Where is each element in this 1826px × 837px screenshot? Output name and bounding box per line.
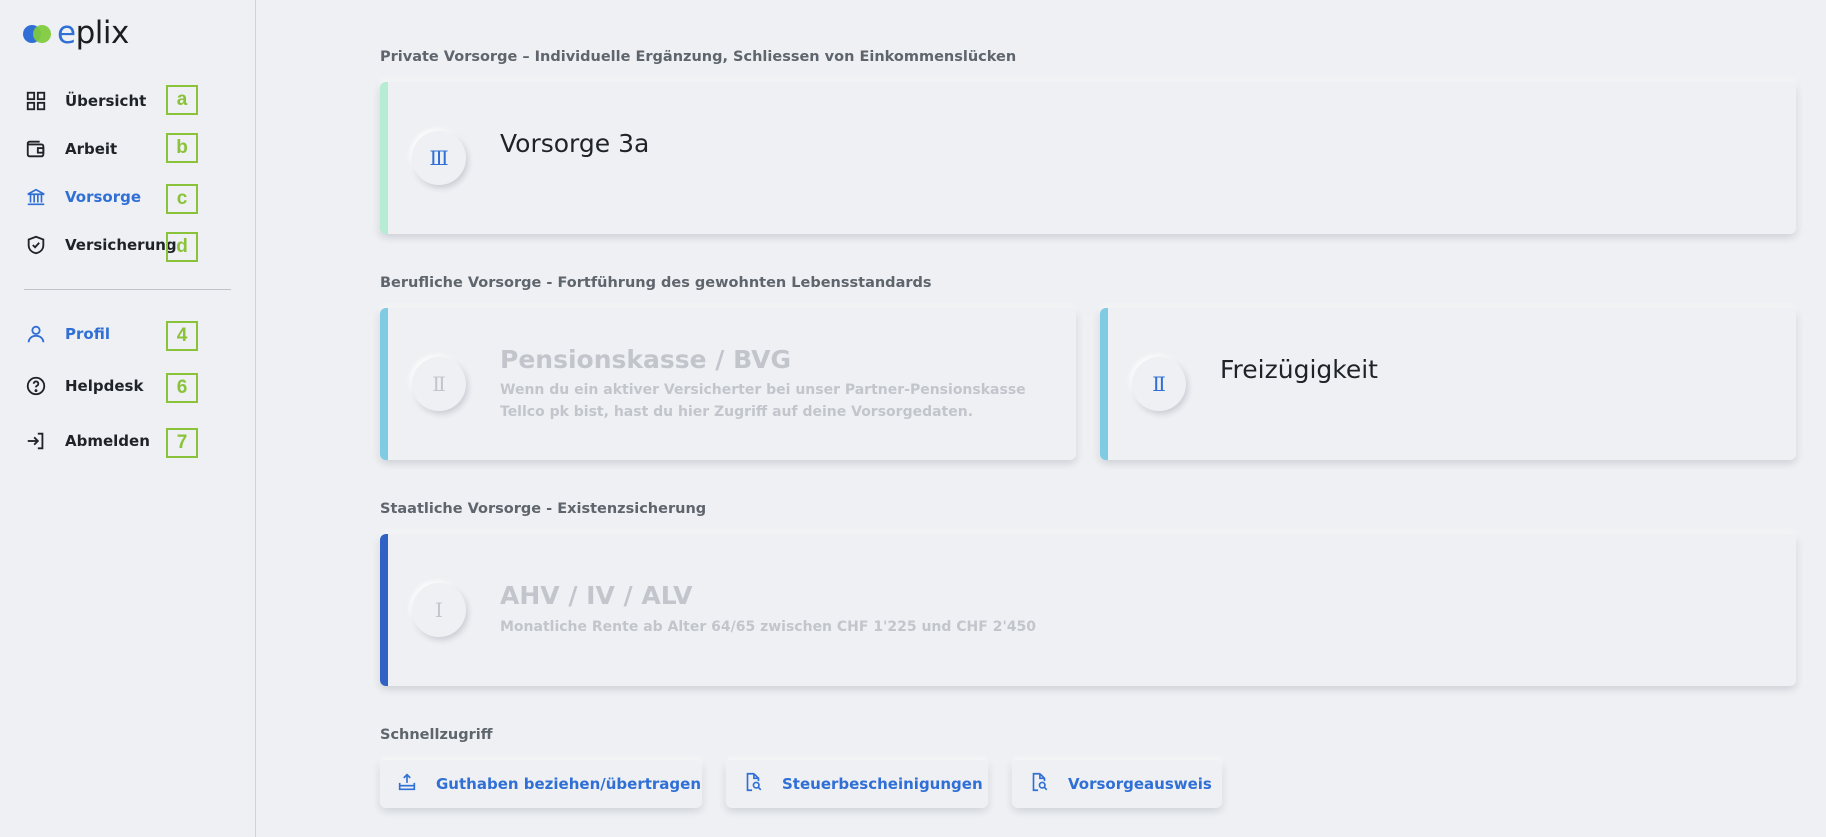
shortcut-badge: b: [166, 133, 198, 163]
section-title-quick-access: Schnellzugriff: [380, 727, 493, 743]
shortcut-badge: 4: [166, 321, 198, 351]
sidebar-item-label: Vorsorge: [65, 188, 142, 206]
pillar-2-icon: Ⅱ: [412, 357, 466, 411]
card-accent: [380, 308, 388, 460]
card-ahv[interactable]: Ⅰ AHV / IV / ALV Monatliche Rente ab Alt…: [380, 534, 1796, 686]
sidebar-item-label: Übersicht: [65, 92, 147, 110]
card-pensionskasse[interactable]: Ⅱ Pensionskasse / BVG Wenn du ein aktive…: [380, 308, 1076, 460]
sidebar-item-arbeit[interactable]: Arbeit: [24, 131, 234, 167]
sidebar-item-label: Abmelden: [65, 432, 150, 450]
card-accent: [380, 534, 388, 686]
card-title: Freizügigkeit: [1220, 355, 1378, 384]
sidebar-item-profil[interactable]: Profil: [24, 316, 234, 352]
sidebar-item-abmelden[interactable]: Abmelden: [24, 423, 234, 459]
button-label: Vorsorgeausweis: [1068, 775, 1212, 793]
sidebar-item-vorsorge[interactable]: Vorsorge: [24, 179, 234, 215]
sidebar-item-label: Versicherung: [65, 236, 177, 254]
card-description: Wenn du ein aktiver Versicherter bei uns…: [500, 382, 1026, 420]
sidebar-item-helpdesk[interactable]: Helpdesk: [24, 368, 234, 404]
sidebar-item-uebersicht[interactable]: Übersicht: [24, 83, 234, 119]
shortcut-badge: 6: [166, 373, 198, 403]
sidebar-item-label: Arbeit: [65, 140, 118, 158]
button-label: Guthaben beziehen/übertragen: [436, 775, 702, 793]
section-title-private: Private Vorsorge – Individuelle Ergänzun…: [380, 49, 1017, 65]
shortcut-badge: 7: [166, 428, 198, 458]
card-freizuegigkeit[interactable]: Ⅱ Freizügigkeit: [1100, 308, 1796, 460]
card-title: AHV / IV / ALV: [500, 581, 693, 610]
pillar-2-icon: Ⅱ: [1132, 357, 1186, 411]
card-title: Vorsorge 3a: [500, 129, 650, 158]
vorsorgeausweis-button[interactable]: Vorsorgeausweis: [1012, 760, 1222, 808]
pillar-3-icon: Ⅲ: [412, 131, 466, 185]
card-accent: [1100, 308, 1108, 460]
pillar-1-icon: Ⅰ: [412, 583, 466, 637]
sidebar-item-versicherung[interactable]: Versicherung: [24, 227, 234, 263]
shield-check-icon: [24, 233, 48, 257]
section-title-occupational: Berufliche Vorsorge - Fortführung des ge…: [380, 275, 932, 291]
logout-icon: [24, 429, 48, 453]
grid-icon: [24, 89, 48, 113]
shortcut-badge: c: [166, 184, 198, 214]
card-description: Monatliche Rente ab Alter 64/65 zwischen…: [500, 619, 1036, 635]
card-title: Pensionskasse / BVG: [500, 345, 792, 374]
section-title-state: Staatliche Vorsorge - Existenzsicherung: [380, 501, 707, 517]
help-circle-icon: [24, 374, 48, 398]
eplix-logo[interactable]: eplix: [23, 16, 129, 50]
document-search-icon: [742, 771, 764, 797]
sidebar-item-label: Profil: [65, 325, 110, 343]
button-label: Steuerbescheinigungen: [782, 775, 983, 793]
card-accent: [380, 82, 388, 234]
shortcut-badge: d: [166, 232, 198, 262]
shortcut-badge: a: [166, 85, 198, 115]
document-search-icon: [1028, 771, 1050, 797]
logo-text: eplix: [57, 15, 129, 51]
logo-mark-icon: [23, 22, 53, 44]
upload-tray-icon: [396, 771, 418, 797]
sidebar: eplix Übersicht a Arbeit b Vorsorge c Ve…: [0, 0, 256, 837]
wallet-icon: [24, 137, 48, 161]
steuerbescheinigungen-button[interactable]: Steuerbescheinigungen: [726, 760, 988, 808]
card-vorsorge-3a[interactable]: Ⅲ Vorsorge 3a: [380, 82, 1796, 234]
bank-icon: [24, 185, 48, 209]
sidebar-item-label: Helpdesk: [65, 377, 144, 395]
sidebar-divider: [24, 289, 231, 290]
user-icon: [24, 322, 48, 346]
guthaben-beziehen-button[interactable]: Guthaben beziehen/übertragen: [380, 760, 702, 808]
